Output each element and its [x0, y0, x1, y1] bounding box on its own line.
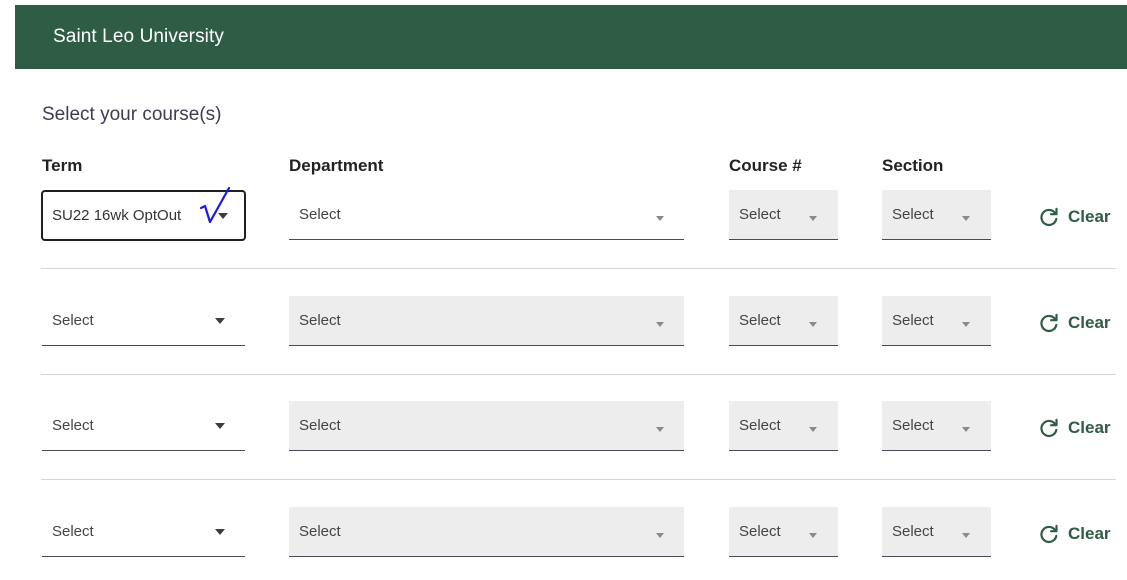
course-select-value: Select	[739, 417, 781, 434]
chevron-down-icon	[809, 427, 817, 432]
clear-button[interactable]: Clear	[1039, 207, 1111, 227]
course-select[interactable]: Select	[729, 190, 838, 240]
chevron-down-icon	[656, 427, 664, 432]
clear-button-label: Clear	[1068, 524, 1111, 543]
course-row: Select Select Select Select Clear	[0, 401, 1127, 452]
section-title: Select your course(s)	[42, 104, 222, 125]
section-select[interactable]: Select	[882, 190, 991, 240]
section-select[interactable]: Select	[882, 401, 991, 451]
course-select[interactable]: Select	[729, 401, 838, 451]
section-select-value: Select	[892, 523, 934, 540]
term-select-value: Select	[52, 523, 94, 540]
refresh-icon	[1040, 418, 1058, 437]
refresh-icon	[1040, 313, 1058, 332]
clear-button-label: Clear	[1068, 418, 1111, 437]
term-select-value: Select	[52, 417, 94, 434]
row-divider	[41, 268, 1116, 269]
chevron-down-icon	[962, 322, 970, 327]
row-divider	[41, 374, 1116, 375]
checkmark-icon	[199, 186, 231, 224]
section-select[interactable]: Select	[882, 296, 991, 346]
section-select-value: Select	[892, 206, 934, 223]
column-label-department: Department	[289, 156, 384, 175]
column-label-course: Course #	[729, 156, 802, 175]
clear-button-label: Clear	[1068, 313, 1111, 332]
clear-button-label: Clear	[1068, 207, 1111, 226]
department-select-value: Select	[299, 312, 341, 329]
section-select-value: Select	[892, 312, 934, 329]
chevron-down-icon	[656, 533, 664, 538]
chevron-down-icon	[809, 216, 817, 221]
department-select[interactable]: Select	[289, 190, 684, 240]
course-row: Select Select Select Select Clear	[0, 507, 1127, 558]
department-select-value: Select	[299, 206, 341, 223]
clear-button[interactable]: Clear	[1039, 418, 1111, 438]
chevron-down-icon	[656, 322, 664, 327]
term-select[interactable]: Select	[42, 401, 245, 451]
course-select[interactable]: Select	[729, 507, 838, 557]
chevron-down-icon	[656, 216, 664, 221]
chevron-down-icon	[962, 427, 970, 432]
chevron-down-icon	[962, 216, 970, 221]
course-row: Select Select Select Select Clear	[0, 296, 1127, 347]
course-row: SU22 16wk OptOut Select Select Select Cl…	[0, 190, 1127, 241]
term-select[interactable]: Select	[42, 507, 245, 557]
app-title: Saint Leo University	[53, 26, 224, 47]
chevron-down-icon	[215, 529, 225, 535]
course-select-value: Select	[739, 206, 781, 223]
refresh-icon	[1040, 524, 1058, 543]
chevron-down-icon	[809, 533, 817, 538]
column-label-section: Section	[882, 156, 944, 175]
app-header: Saint Leo University	[15, 5, 1127, 69]
chevron-down-icon	[215, 318, 225, 324]
course-select-value: Select	[739, 312, 781, 329]
chevron-down-icon	[809, 322, 817, 327]
department-select-value: Select	[299, 523, 341, 540]
department-select[interactable]: Select	[289, 401, 684, 451]
column-label-term: Term	[42, 156, 83, 175]
department-select[interactable]: Select	[289, 507, 684, 557]
term-select-value: SU22 16wk OptOut	[52, 207, 182, 224]
refresh-icon	[1040, 207, 1058, 226]
department-select[interactable]: Select	[289, 296, 684, 346]
chevron-down-icon	[215, 423, 225, 429]
term-select[interactable]: Select	[42, 296, 245, 346]
row-divider	[41, 479, 1116, 480]
clear-button[interactable]: Clear	[1039, 313, 1111, 333]
section-select[interactable]: Select	[882, 507, 991, 557]
clear-button[interactable]: Clear	[1039, 524, 1111, 544]
course-select-value: Select	[739, 523, 781, 540]
department-select-value: Select	[299, 417, 341, 434]
chevron-down-icon	[962, 533, 970, 538]
course-select[interactable]: Select	[729, 296, 838, 346]
section-select-value: Select	[892, 417, 934, 434]
term-select-value: Select	[52, 312, 94, 329]
